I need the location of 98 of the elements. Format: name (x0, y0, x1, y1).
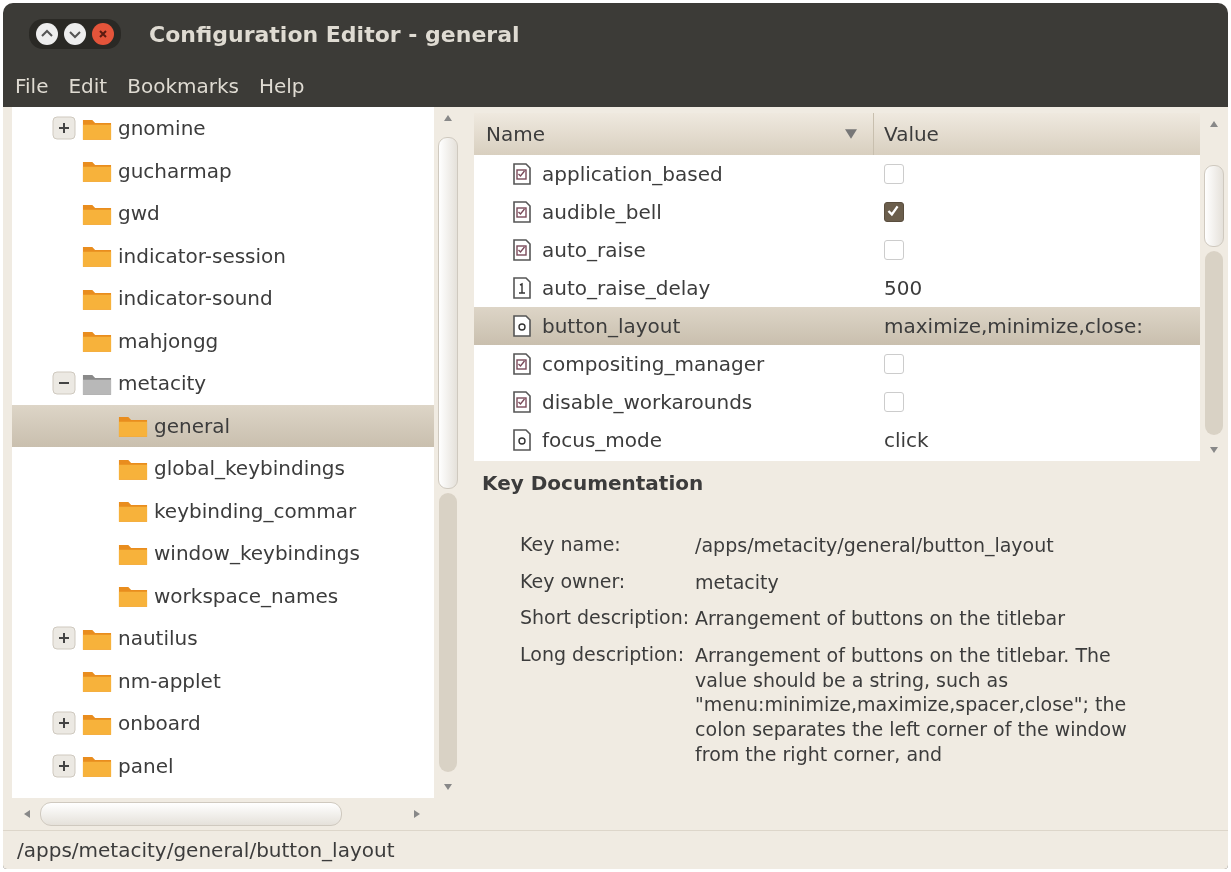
tree-item[interactable]: keybinding_commar (12, 489, 434, 532)
table-row[interactable]: disable_workarounds (474, 383, 1200, 421)
close-icon[interactable] (91, 22, 115, 46)
field-value: Arrangement of buttons on the titlebar. The value should be a string, such as "menu:minimize,maximize,spacer,close"; the colon separates the left corner of the window from the right corner, and (695, 643, 1128, 767)
scrollbar-thumb[interactable] (1204, 165, 1224, 247)
text-document-icon (512, 429, 532, 451)
table-row[interactable]: focus_mode click (474, 421, 1200, 459)
table-row[interactable]: auto_raise_delay 500 (474, 269, 1200, 307)
tree-item-label: window_keybindings (154, 541, 360, 566)
scroll-down-icon[interactable] (1209, 445, 1219, 455)
field-label: Long description: (520, 643, 686, 668)
sort-icon (845, 129, 857, 139)
menu-item[interactable]: Help (254, 72, 309, 100)
field-value: Arrangement of buttons on the titlebar (695, 606, 1067, 632)
table-row[interactable]: auto_raise (474, 231, 1200, 269)
collapse-icon[interactable] (52, 371, 76, 396)
tree-item-label: gucharmap (118, 158, 232, 183)
tree-item-label: gnomine (118, 116, 206, 141)
expand-icon[interactable] (52, 116, 76, 141)
tree-item-label: keybinding_commar (154, 498, 357, 523)
tree-item-label: nautilus (118, 626, 198, 651)
field-value: metacity (695, 569, 780, 595)
field-label: Key name: (520, 533, 622, 557)
tree-item-label: panel (118, 753, 174, 778)
column-header[interactable]: Value (874, 113, 1200, 155)
key-name: focus_mode (542, 428, 663, 452)
tree-item[interactable]: gwd (12, 192, 434, 235)
scrollbar-thumb[interactable] (40, 802, 342, 826)
scroll-up-icon[interactable] (1209, 119, 1219, 129)
tree-item-label: metacity (118, 371, 207, 396)
scrollbar-thumb[interactable] (438, 137, 458, 489)
checkbox-document-icon (512, 239, 532, 261)
tree-item[interactable]: indicator-session (12, 234, 434, 277)
key-name: disable_workarounds (542, 390, 753, 414)
field-value: /apps/metacity/general/button_layout (695, 533, 1055, 558)
tree-item-label: indicator-session (118, 243, 286, 268)
checkbox[interactable] (884, 202, 904, 222)
maximize-icon[interactable] (35, 22, 59, 46)
tree-item[interactable]: gnomine (12, 107, 434, 150)
tree-item[interactable]: nm-applet (12, 659, 434, 702)
key-name: application_based (542, 162, 723, 186)
tree-item[interactable]: gucharmap (12, 149, 434, 192)
table-row[interactable]: compositing_manager (474, 345, 1200, 383)
tree-item[interactable]: workspace_names (12, 574, 434, 617)
checkbox-document-icon (512, 353, 532, 375)
key-value: 500 (884, 276, 923, 300)
tree-item-label: indicator-sound (118, 286, 273, 311)
section-heading: Key Documentation (482, 471, 705, 495)
table-row[interactable]: audible_bell (474, 193, 1200, 231)
column-header[interactable]: Name (474, 113, 874, 155)
tree-item[interactable]: general (12, 404, 434, 447)
window-title: Configuration Editor - general (149, 21, 520, 47)
number-document-icon (512, 277, 532, 299)
scroll-left-icon[interactable] (22, 809, 32, 819)
expand-icon[interactable] (52, 711, 76, 736)
scrollbar-trough[interactable] (439, 493, 457, 772)
tree-item[interactable]: nautilus (12, 617, 434, 660)
checkbox-document-icon (512, 391, 532, 413)
tree-item-label: onboard (118, 711, 201, 736)
field-label: Short description: (520, 606, 690, 631)
menu-item[interactable]: Bookmarks (123, 72, 243, 100)
text-document-icon (512, 315, 532, 337)
tree-item[interactable]: panel (12, 744, 434, 787)
checkmark-icon (885, 203, 901, 219)
key-name: audible_bell (542, 200, 662, 224)
status-bar: /apps/metacity/general/button_layout (3, 830, 1228, 869)
key-name: auto_raise (542, 238, 646, 262)
checkbox-document-icon (512, 201, 532, 223)
tree-item-label: nm-applet (118, 668, 221, 693)
scroll-down-icon[interactable] (443, 782, 453, 792)
scrollbar-trough[interactable] (1205, 251, 1223, 435)
scroll-up-icon[interactable] (443, 113, 453, 123)
tree-item[interactable]: indicator-sound (12, 277, 434, 320)
key-name: compositing_manager (542, 352, 765, 376)
minimize-icon[interactable] (63, 22, 87, 46)
tree-item-label: general (154, 413, 230, 438)
checkbox-document-icon (512, 163, 532, 185)
field-label: Key owner: (520, 569, 627, 594)
tree-item-label: mahjongg (118, 328, 219, 353)
expand-icon[interactable] (52, 753, 76, 778)
tree-item[interactable]: global_keybindings (12, 447, 434, 490)
tree-item-label: gwd (118, 201, 160, 226)
tree-item-label: global_keybindings (154, 456, 345, 481)
tree-item[interactable]: onboard (12, 702, 434, 745)
key-name: button_layout (542, 314, 681, 338)
key-name: auto_raise_delay (542, 276, 711, 300)
scroll-right-icon[interactable] (412, 809, 422, 819)
table-row[interactable]: application_based (474, 155, 1200, 193)
key-value: maximize,minimize,close: (884, 314, 1144, 338)
tree-item-label: workspace_names (154, 583, 339, 608)
expand-icon[interactable] (52, 626, 76, 651)
tree-item[interactable]: mahjongg (12, 319, 434, 362)
tree-item[interactable]: window_keybindings (12, 532, 434, 575)
menu-item[interactable]: File (11, 72, 53, 100)
tree-item[interactable]: metacity (12, 362, 434, 405)
menu-item[interactable]: Edit (64, 72, 112, 100)
key-value: click (884, 428, 929, 452)
table-row[interactable]: button_layout maximize,minimize,close: (474, 307, 1200, 345)
